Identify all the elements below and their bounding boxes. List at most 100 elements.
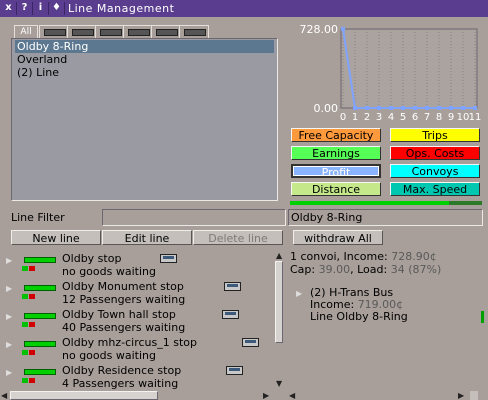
stop-name: Oldby mhz-circus_1 stop (62, 336, 198, 349)
title-bar[interactable]: x ? i ♦ Line Management (0, 0, 488, 17)
withdraw-all-button[interactable]: withdraw All (293, 230, 383, 245)
x-tick-label: 6 (412, 112, 418, 123)
info-scrollbar[interactable] (479, 251, 487, 388)
x-tick-label: 5 (400, 112, 406, 123)
close-icon[interactable]: x (2, 1, 15, 15)
title-separator (48, 2, 49, 15)
scroll-thumb[interactable] (10, 391, 158, 400)
scroll-up-icon[interactable]: ▲ (276, 251, 282, 260)
y-min-label: 0.00 (314, 102, 339, 115)
series-point (401, 106, 405, 110)
expand-icon[interactable]: ▶ (296, 289, 302, 298)
expand-icon[interactable]: ▶ (6, 284, 12, 293)
line-list-item[interactable]: (2) Line (15, 66, 274, 79)
stops-hscrollbar[interactable]: ◀ ▶ (0, 391, 284, 400)
tram-icon (156, 29, 178, 36)
tab-aircraft[interactable] (179, 25, 209, 38)
chart-plot-area (340, 28, 478, 109)
progress-track (290, 201, 482, 205)
legend-button-ops-costs[interactable]: Ops. Costs (390, 146, 480, 160)
expand-icon[interactable]: ▶ (6, 256, 12, 265)
tab-tram[interactable] (151, 25, 181, 38)
line-list[interactable]: Oldby 8-Ring Overland (2) Line (11, 38, 278, 201)
series-point (461, 106, 465, 110)
bus-icon (226, 366, 243, 375)
capacity-value: 39.00 (318, 263, 351, 276)
stop-status-icon (22, 378, 36, 383)
scroll-indicator (481, 311, 484, 323)
scroll-left-icon[interactable]: ◀ (1, 391, 7, 400)
line-filter-input[interactable] (102, 209, 286, 226)
stop-list-item[interactable]: ▶ Oldby Monument stop 12 Passengers wait… (4, 280, 274, 308)
series-point (449, 106, 453, 110)
line-name-value: Oldby 8-Ring (291, 211, 363, 224)
legend-button-earnings[interactable]: Earnings (291, 146, 381, 160)
tab-train[interactable] (123, 25, 153, 38)
stop-name: Oldby Residence stop (62, 364, 182, 377)
legend-button-convoys[interactable]: Convoys (390, 164, 480, 178)
title-separator (32, 2, 33, 15)
scroll-down-icon[interactable]: ▼ (276, 379, 282, 388)
series-point (413, 106, 417, 110)
pin-icon[interactable]: ♦ (50, 1, 63, 15)
x-tick-label: 1 (352, 112, 358, 123)
info-hscrollbar[interactable]: ◀ ▶ (288, 391, 488, 400)
series-point (353, 106, 357, 110)
series-point (341, 27, 345, 31)
line-management-window: x ? i ♦ Line Management All Oldby 8-Ring… (0, 0, 488, 400)
stop-list-item[interactable]: ▶ Oldby mhz-circus_1 stop no goods waiti… (4, 336, 274, 364)
stops-scrollbar[interactable]: ▲ ▼ (275, 251, 283, 388)
convoy-summary-label: 1 convoi, Income: (290, 250, 388, 263)
help-icon[interactable]: ? (18, 1, 31, 15)
line-info-panel: 1 convoi, Income: 728.90¢ Cap: 39.00, Lo… (288, 249, 478, 391)
y-max-label: 728.00 (300, 23, 339, 36)
edit-line-button[interactable]: Edit line (102, 230, 192, 245)
x-tick-label: 8 (436, 112, 442, 123)
legend-button-max-speed[interactable]: Max. Speed (390, 182, 480, 196)
expand-icon[interactable]: ▶ (6, 312, 12, 321)
expand-icon[interactable]: ▶ (6, 368, 12, 377)
stops-panel: ▶ Oldby stop no goods waiting ▶ Oldby Mo… (0, 249, 284, 392)
line-list-item[interactable]: Oldby 8-Ring (15, 40, 274, 53)
stop-name: Oldby stop (62, 252, 122, 265)
title-separator (64, 2, 65, 15)
info-icon[interactable]: i (34, 1, 47, 15)
legend-button-distance[interactable]: Distance (291, 182, 381, 196)
tab-bus[interactable] (39, 25, 69, 38)
series-point (389, 106, 393, 110)
stop-waiting: 12 Passengers waiting (62, 293, 186, 306)
bus-icon (44, 29, 66, 36)
scroll-right-icon[interactable]: ▶ (263, 391, 269, 400)
new-line-button[interactable]: New line (11, 230, 101, 245)
title-separator (16, 2, 17, 15)
x-tick-label: 11 (469, 112, 482, 123)
stop-list-item[interactable]: ▶ Oldby Residence stop 4 Passengers wait… (4, 364, 274, 392)
resize-grip-icon[interactable] (470, 391, 478, 400)
convoy-item[interactable]: ▶ (2) H-Trans Bus Income: 719.00¢ Line O… (288, 285, 474, 325)
stop-capacity-bar (24, 369, 56, 375)
scroll-thumb[interactable] (275, 261, 283, 343)
line-filter-label: Line Filter (11, 211, 65, 224)
series-point (377, 106, 381, 110)
expand-icon[interactable]: ▶ (6, 340, 12, 349)
x-tick-label: 0 (340, 112, 346, 123)
x-tick-label: 3 (376, 112, 382, 123)
series-point (365, 106, 369, 110)
load-label: , Load: (350, 263, 388, 276)
legend-button-free-capacity[interactable]: Free Capacity (291, 128, 381, 142)
scroll-right-icon[interactable]: ▶ (458, 391, 464, 400)
line-income: 728.90¢ (391, 250, 437, 263)
stop-list-item[interactable]: ▶ Oldby Town hall stop 40 Passengers wai… (4, 308, 274, 336)
legend-button-profit[interactable]: Profit (291, 164, 381, 179)
scroll-left-icon[interactable]: ◀ (289, 391, 295, 400)
tab-truck[interactable] (67, 25, 97, 38)
bus-icon (222, 310, 239, 319)
stop-list-item[interactable]: ▶ Oldby stop no goods waiting (4, 252, 274, 280)
bus-icon (242, 338, 259, 347)
legend-button-trips[interactable]: Trips (390, 128, 480, 142)
delete-line-button[interactable]: Delete line (193, 230, 283, 245)
tab-ship[interactable] (95, 25, 125, 38)
tab-all[interactable]: All (14, 25, 38, 38)
line-list-item[interactable]: Overland (15, 53, 274, 66)
line-name-input[interactable]: Oldby 8-Ring (288, 209, 483, 226)
